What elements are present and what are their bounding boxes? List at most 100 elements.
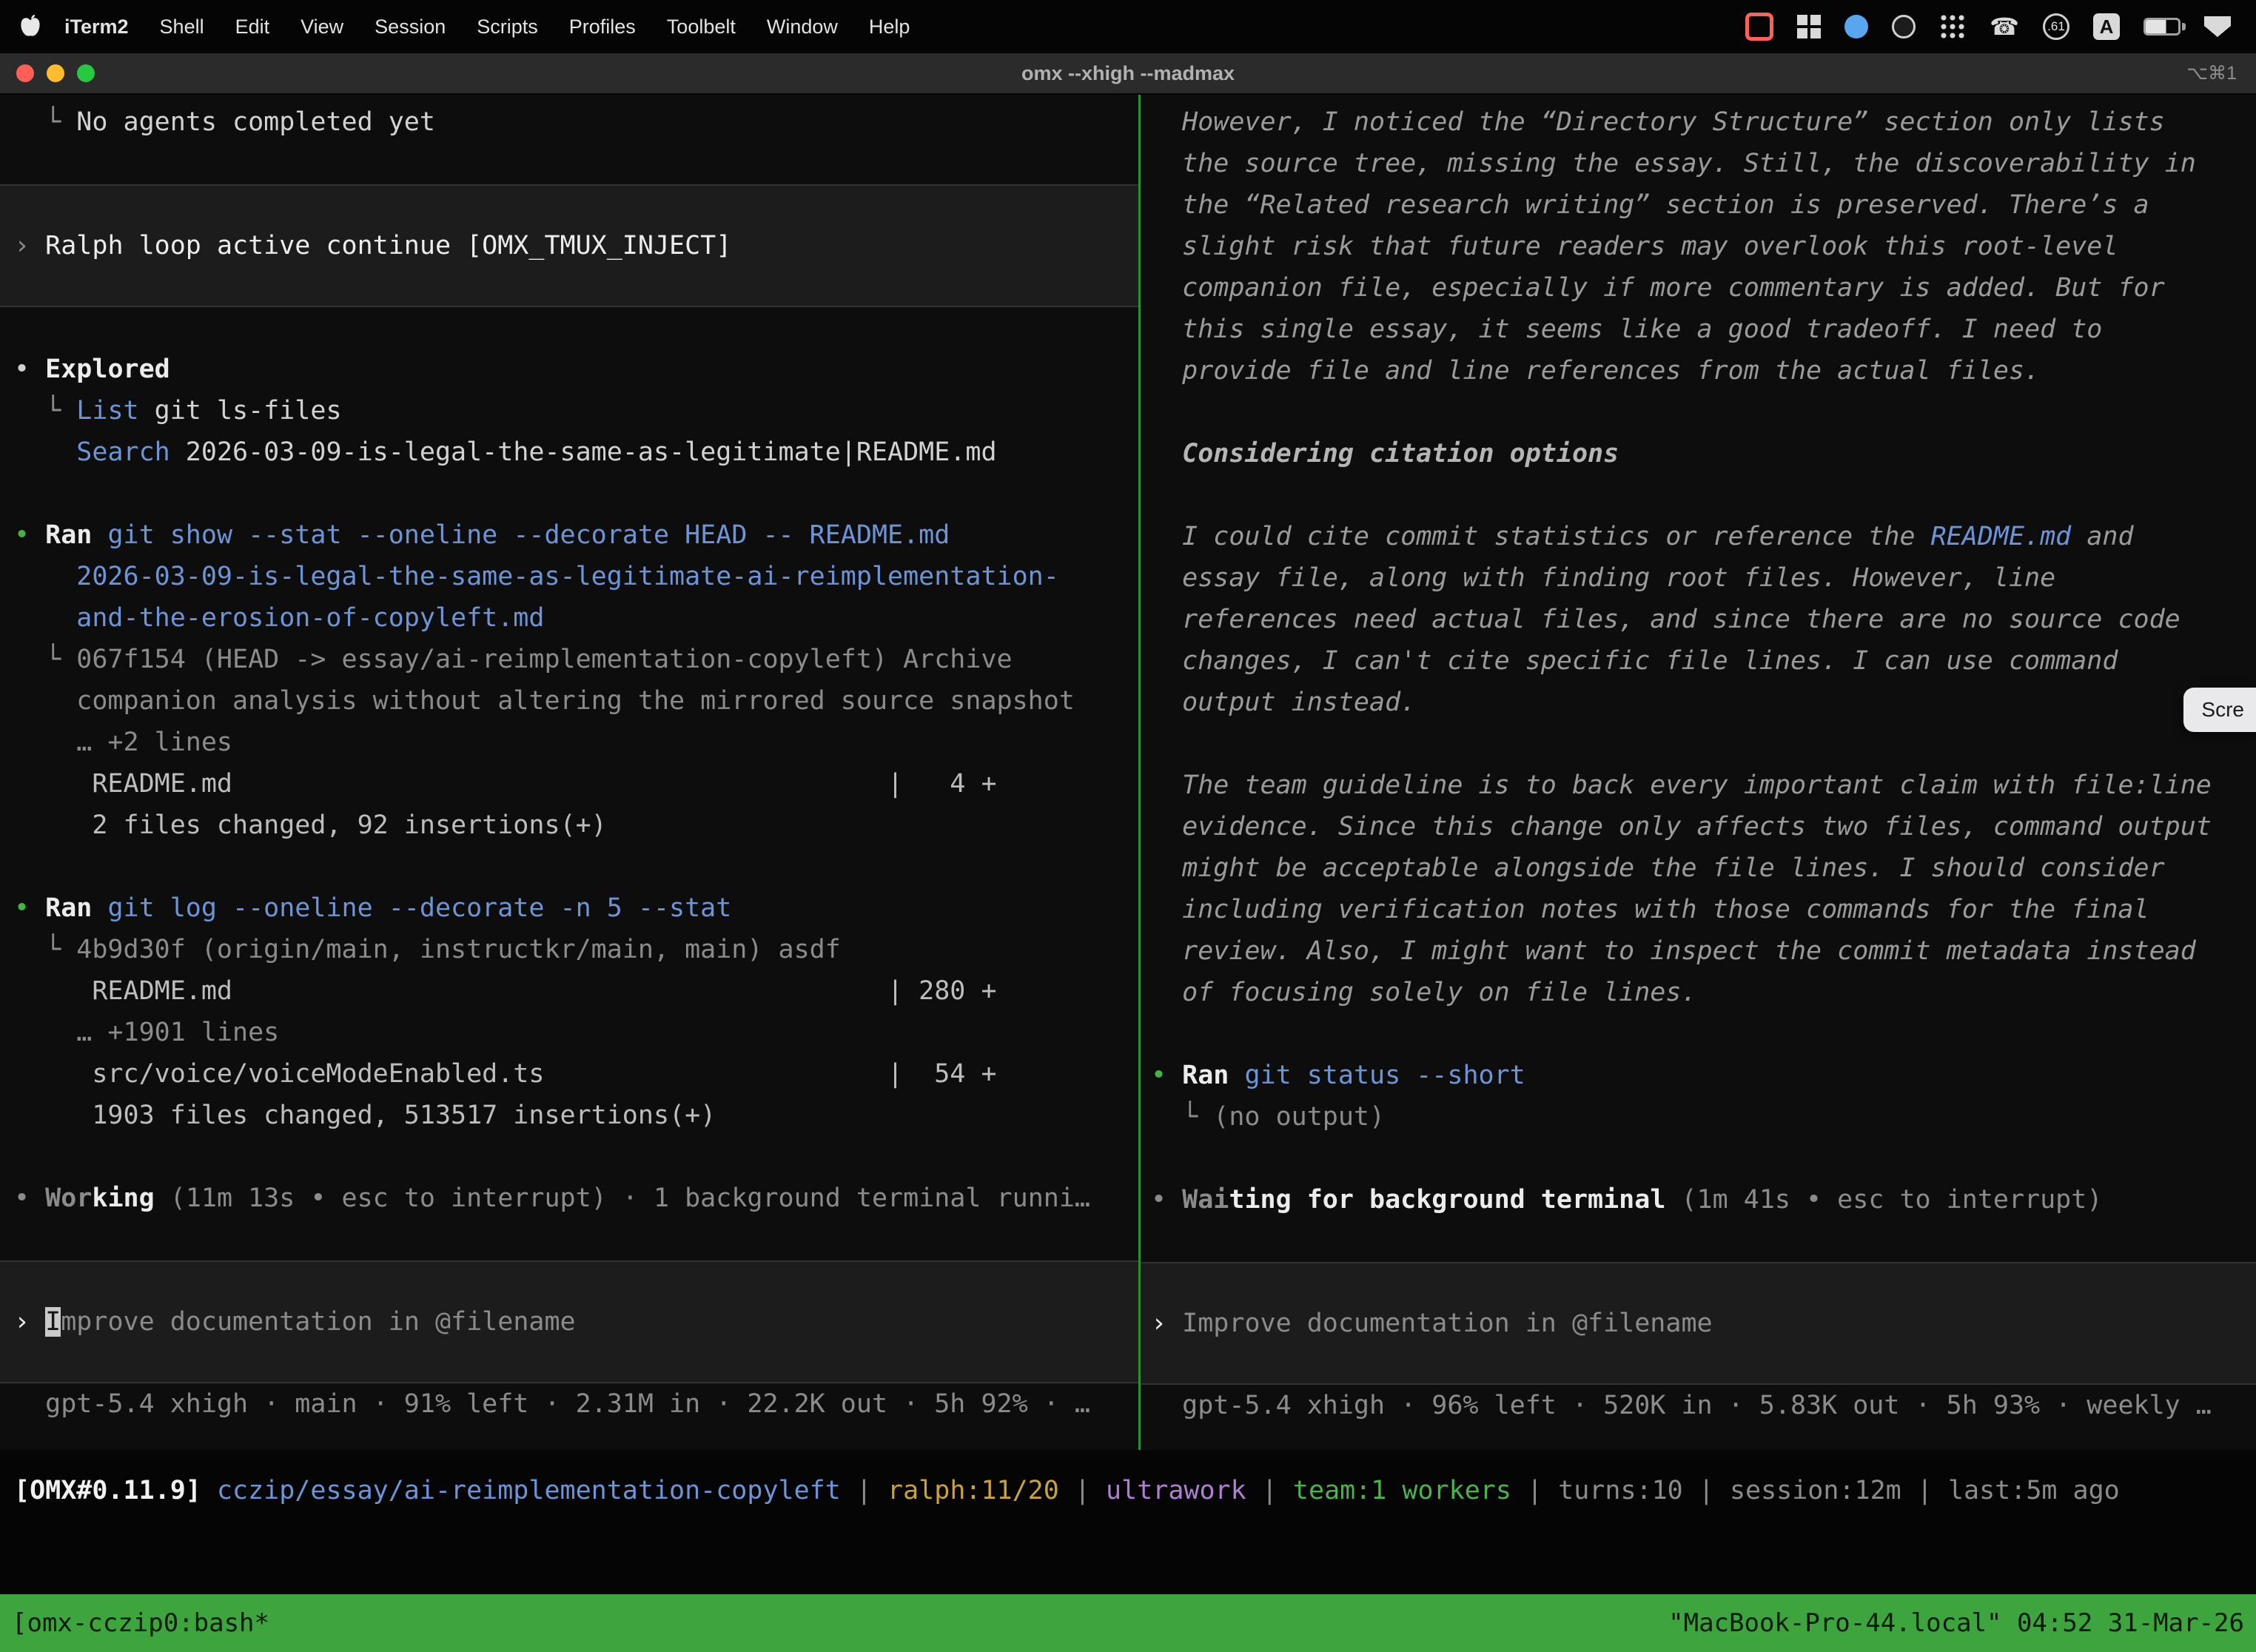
- ran-git-log-line: • Ran git log --oneline --decorate -n 5 …: [14, 887, 1138, 929]
- text-segment: ›: [1151, 1309, 1182, 1338]
- terminal-line: └ 067f154 (HEAD -> essay/ai-reimplementa…: [14, 639, 1138, 680]
- left-terminal-pane[interactable]: └ No agents completed yet› Ralph loop ac…: [0, 95, 1138, 1450]
- omx-status-area: [OMX#0.11.9] cczip/essay/ai-reimplementa…: [0, 1450, 2256, 1594]
- right-terminal-pane[interactable]: However, I noticed the “Directory Struct…: [1138, 95, 2256, 1450]
- text-segment: slight risk that future readers may over…: [1151, 232, 2118, 261]
- terminal-line: The team guideline is to back every impo…: [1151, 765, 2256, 806]
- menu-iterm2[interactable]: iTerm2: [49, 16, 144, 38]
- text-segment: output instead.: [1151, 688, 1416, 717]
- text-segment: The team guideline is to back every impo…: [1151, 770, 2212, 800]
- menu-window[interactable]: Window: [751, 16, 853, 38]
- text-segment: └: [14, 396, 76, 426]
- terminal-line: 2026-03-09-is-legal-the-same-as-legitima…: [14, 556, 1138, 597]
- terminal-line: README.md | 4 +: [14, 763, 1138, 805]
- screen-notification[interactable]: Scre: [2183, 688, 2256, 732]
- window-title: omx --xhigh --madmax: [0, 62, 2256, 85]
- menu-session[interactable]: Session: [359, 16, 461, 38]
- text-segment: |: [1901, 1476, 1948, 1505]
- text-segment: I could cite commit statistics or refere…: [1151, 522, 1931, 551]
- blank-line: [14, 846, 1138, 887]
- model-status-right: gpt-5.4 xhigh · 96% left · 520K in · 5.8…: [1151, 1385, 2256, 1426]
- text-segment: Ralph loop active continue [OMX_TMUX_INJ…: [45, 231, 731, 261]
- apple-menu-icon[interactable]: [19, 14, 41, 39]
- terminal-line: evidence. Since this change only affects…: [1151, 806, 2256, 847]
- text-segment: |: [1246, 1476, 1293, 1505]
- text-segment: git show --stat --oneline --decorate HEA…: [92, 520, 950, 550]
- terminal-line: changes, I can't cite specific file line…: [1151, 640, 2256, 682]
- right-pane-content: However, I noticed the “Directory Struct…: [1141, 95, 2256, 1426]
- terminal-line: └ (no output): [1151, 1096, 2256, 1138]
- text-segment: •: [14, 1183, 45, 1213]
- waiting-status-line: • Waiting for background terminal (1m 41…: [1151, 1179, 2256, 1220]
- explored-heading-line: • Explored: [14, 349, 1138, 390]
- text-segment: 2026-03-09-is-legal-the-same-as-legitima…: [14, 562, 1059, 591]
- terminal-line: I could cite commit statistics or refere…: [1151, 516, 2256, 557]
- text-segment: Wai: [1182, 1185, 1229, 1215]
- minimize-button[interactable]: [47, 64, 64, 82]
- menu-view[interactable]: View: [285, 16, 359, 38]
- phone-icon[interactable]: [1990, 13, 2019, 41]
- text-cursor: I: [45, 1307, 61, 1337]
- text-segment: … +2 lines: [14, 728, 232, 757]
- menu-help[interactable]: Help: [853, 16, 926, 38]
- text-segment: … +1901 lines: [14, 1018, 279, 1047]
- prompt-input-right[interactable]: › Improve documentation in @filename: [1141, 1262, 2256, 1385]
- menu-scripts[interactable]: Scripts: [461, 16, 554, 38]
- grid-icon[interactable]: [1797, 15, 1821, 38]
- text-segment: However, I noticed the “Directory Struct…: [1151, 107, 2165, 137]
- menu-left: iTerm2ShellEditViewSessionScriptsProfile…: [19, 14, 925, 39]
- text-segment: Explored: [45, 355, 170, 384]
- terminal-line: src/voice/voiceModeEnabled.ts | 54 +: [14, 1053, 1138, 1095]
- text-segment: •: [1151, 1061, 1182, 1090]
- text-segment: changes, I can't cite specific file line…: [1151, 646, 2118, 676]
- blank-line: [14, 1219, 1138, 1260]
- text-segment: Improve documentation in @filename: [1182, 1309, 1712, 1338]
- text-segment: including verification notes with those …: [1151, 895, 2149, 924]
- terminal-line: … +1901 lines: [14, 1012, 1138, 1053]
- tmux-host-time-label: "MacBook-Pro-44.local" 04:52 31-Mar-26: [1668, 1608, 2244, 1638]
- zoom-button[interactable]: [77, 64, 95, 82]
- text-segment: •: [14, 893, 45, 923]
- terminal-line: references need actual files, and since …: [1151, 599, 2256, 640]
- text-segment: Wor: [45, 1183, 92, 1213]
- terminal-line: └ List git ls-files: [14, 390, 1138, 432]
- menu-toolbelt[interactable]: Toolbelt: [651, 16, 751, 38]
- working-status-line: • Working (11m 13s • esc to interrupt) ·…: [14, 1178, 1138, 1219]
- text-segment: companion file, especially if more comme…: [1151, 273, 2165, 303]
- text-segment: Ran: [1182, 1061, 1229, 1090]
- input-source-icon[interactable]: A: [2093, 13, 2120, 40]
- blank-line: [1151, 723, 2256, 765]
- text-segment: ralph:11/20: [887, 1476, 1059, 1505]
- text-segment: ting for background terminal: [1229, 1185, 1665, 1215]
- dark-app-icon[interactable]: [1892, 15, 1916, 38]
- prompt-input-left[interactable]: › Improve documentation in @filename: [0, 1260, 1138, 1383]
- terminal-line: this single essay, it seems like a good …: [1151, 309, 2256, 350]
- text-segment: provide file and line references from th…: [1151, 356, 2040, 386]
- tmux-session-label[interactable]: [omx-cczip0:bash*: [12, 1608, 269, 1638]
- blank-line: [1151, 1013, 2256, 1055]
- dots-grid-icon[interactable]: [1939, 13, 1966, 40]
- close-button[interactable]: [16, 64, 34, 82]
- menu-shell[interactable]: Shell: [144, 16, 220, 38]
- menu-edit[interactable]: Edit: [220, 16, 286, 38]
- omx-status-line: [OMX#0.11.9] cczip/essay/ai-reimplementa…: [14, 1470, 2256, 1511]
- model-status-left: gpt-5.4 xhigh · main · 91% left · 2.31M …: [14, 1383, 1138, 1425]
- text-segment: └ 4b9d30f (origin/main, instructkr/main,…: [14, 935, 841, 964]
- text-segment: mprove documentation in @filename: [61, 1307, 575, 1337]
- badge-61-icon[interactable]: .61: [2043, 13, 2069, 40]
- screen-recording-icon[interactable]: [1745, 13, 1773, 41]
- window-title-bar[interactable]: omx --xhigh --madmax ⌥⌘1: [0, 53, 2256, 95]
- text-segment: Considering citation options: [1151, 439, 1619, 469]
- wifi-icon[interactable]: [2204, 16, 2231, 37]
- terminal-line: … +2 lines: [14, 722, 1138, 763]
- text-segment: README.md | 280 +: [14, 976, 997, 1006]
- blue-app-icon[interactable]: [1844, 15, 1868, 38]
- text-segment: might be acceptable alongside the file l…: [1151, 853, 2165, 883]
- blank-line: [14, 473, 1138, 514]
- menu-profiles[interactable]: Profiles: [554, 16, 651, 38]
- text-segment: gpt-5.4 xhigh · 96% left · 520K in · 5.8…: [1151, 1391, 2212, 1420]
- prompt-input-right-line: › Improve documentation in @filename: [1151, 1303, 2256, 1344]
- text-segment: 2026-03-09-is-legal-the-same-as-legitima…: [170, 437, 997, 467]
- battery-icon[interactable]: [2143, 18, 2181, 36]
- terminal-line: output instead.: [1151, 682, 2256, 723]
